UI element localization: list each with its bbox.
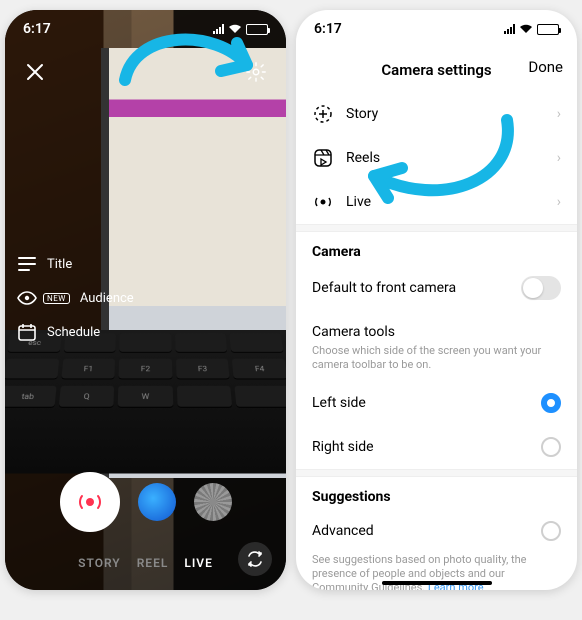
done-button[interactable]: Done [528,58,563,76]
left-side-radio[interactable] [541,393,561,413]
camera-tools-sub: Choose which side of the screen you want… [296,344,577,381]
default-front-camera-toggle[interactable] [521,276,561,300]
live-icon [312,192,334,212]
section-camera-heading: Camera [296,232,577,264]
schedule-label: Schedule [47,325,100,340]
schedule-button[interactable]: Schedule [17,322,134,342]
audience-label: Audience [80,291,134,306]
cellular-icon [213,24,224,34]
viewfinder-keyboard: esc F1F2F3F4 tabQW [5,330,286,473]
switch-camera-icon[interactable] [238,542,272,576]
home-indicator [382,581,492,585]
status-bar: 6:17 [296,10,577,48]
cellular-icon [504,24,515,34]
camera-settings-screen: 6:17 Camera settings Done Story › Reels … [296,10,577,590]
status-icons [504,24,559,35]
title-button[interactable]: Title [17,254,134,274]
broadcast-icon [76,488,104,516]
reels-icon [312,148,334,168]
battery-icon [246,24,268,35]
effect-grey[interactable] [194,483,232,521]
eye-icon [17,288,37,308]
battery-icon [537,24,559,35]
right-side-radio[interactable] [541,437,561,457]
section-suggestions-heading: Suggestions [296,477,577,509]
camera-live-screen: esc F1F2F3F4 tabQW 6:17 [5,10,286,590]
link-live[interactable]: Live › [296,180,577,224]
right-side-label: Right side [312,439,374,455]
mode-reel[interactable]: REEL [137,556,169,570]
live-options-menu: Title NEW Audience Schedule [17,254,134,342]
link-story-label: Story [346,106,378,122]
chevron-right-icon: › [557,106,561,122]
clock: 6:17 [314,21,342,37]
camera-tools-heading: Camera tools [296,312,577,344]
link-live-label: Live [346,194,371,210]
new-badge: NEW [43,293,70,304]
audience-button[interactable]: NEW Audience [17,288,134,308]
advanced-radio[interactable] [541,521,561,541]
close-icon[interactable] [19,56,51,88]
clock: 6:17 [23,21,51,37]
link-reels-label: Reels [346,150,380,166]
status-icons [213,24,268,35]
mode-live[interactable]: LIVE [184,556,213,570]
calendar-icon [17,322,37,342]
right-side-row[interactable]: Right side [296,425,577,469]
wifi-icon [228,24,242,34]
story-icon [312,104,334,124]
lines-icon [17,254,37,274]
advanced-label: Advanced [312,523,374,539]
left-side-label: Left side [312,395,366,411]
link-story[interactable]: Story › [296,92,577,136]
default-front-camera-label: Default to front camera [312,280,456,296]
chevron-right-icon: › [557,150,561,166]
left-side-row[interactable]: Left side [296,381,577,425]
status-bar: 6:17 [5,10,286,48]
go-live-shutter[interactable] [60,472,120,532]
wifi-icon [519,24,533,34]
title-label: Title [47,257,72,272]
chevron-right-icon: › [557,194,561,210]
advanced-row[interactable]: Advanced [296,509,577,553]
link-reels[interactable]: Reels › [296,136,577,180]
effect-blue[interactable] [138,483,176,521]
mode-story[interactable]: STORY [78,556,121,570]
gear-icon[interactable] [240,56,272,88]
default-front-camera-row[interactable]: Default to front camera [296,264,577,312]
